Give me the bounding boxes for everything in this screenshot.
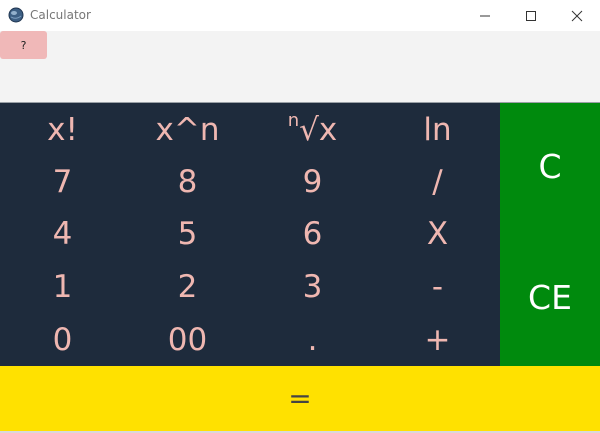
divide-key[interactable]: / (375, 156, 500, 208)
key-9[interactable]: 9 (250, 156, 375, 208)
equals-button[interactable]: = (0, 366, 600, 431)
add-key[interactable]: + (375, 313, 500, 366)
multiply-key[interactable]: X (375, 208, 500, 260)
help-button[interactable]: ? (0, 31, 47, 59)
window-title: Calculator (30, 8, 91, 22)
minimize-icon (480, 15, 490, 16)
key-7[interactable]: 7 (0, 156, 125, 208)
ln-key[interactable]: ln (375, 103, 500, 156)
key-00[interactable]: 00 (125, 313, 250, 366)
nth-root-superscript: n (287, 110, 300, 131)
minimize-button[interactable] (462, 0, 508, 31)
nth-root-key[interactable]: n √x (250, 103, 375, 156)
maximize-icon (526, 10, 536, 21)
clear-button[interactable]: C (500, 136, 600, 196)
key-8[interactable]: 8 (125, 156, 250, 208)
decimal-key[interactable]: . (250, 313, 375, 366)
clear-panel: C CE (500, 103, 600, 366)
key-2[interactable]: 2 (125, 260, 250, 313)
subtract-key[interactable]: - (375, 260, 500, 313)
key-4[interactable]: 4 (0, 208, 125, 260)
key-5[interactable]: 5 (125, 208, 250, 260)
key-3[interactable]: 3 (250, 260, 375, 313)
power-key[interactable]: x^n (125, 103, 250, 156)
factorial-key[interactable]: x! (0, 103, 125, 156)
clear-entry-button[interactable]: CE (500, 267, 600, 327)
title-bar: Calculator (0, 0, 600, 31)
maximize-button[interactable] (508, 0, 554, 31)
display-area: ? (0, 31, 600, 102)
key-0[interactable]: 0 (0, 313, 125, 366)
close-button[interactable] (554, 0, 600, 31)
close-icon (571, 10, 583, 21)
calculator-globe-icon (8, 7, 24, 23)
key-1[interactable]: 1 (0, 260, 125, 313)
keypad: x! x^n n √x ln 7 8 9 / 4 5 6 X 1 2 3 - 0 … (0, 103, 500, 366)
key-6[interactable]: 6 (250, 208, 375, 260)
nth-root-label: √x (299, 111, 338, 148)
